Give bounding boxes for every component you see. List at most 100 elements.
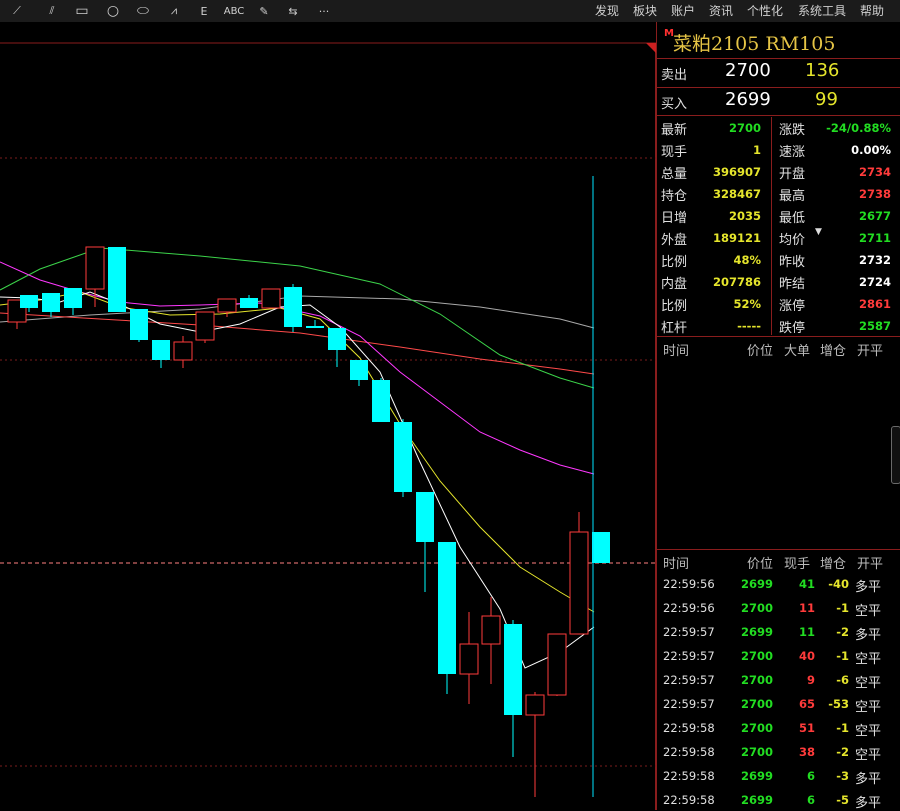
candle-down[interactable]	[372, 380, 390, 422]
divider	[657, 549, 900, 550]
candle-down[interactable]	[130, 309, 148, 340]
stat-label: 涨停	[779, 299, 806, 314]
stat-label: 比例	[661, 255, 688, 270]
fan-lines-tool-icon[interactable]: ⩘	[163, 1, 185, 21]
candle-down[interactable]	[152, 340, 170, 360]
column-header[interactable]: 大单	[784, 340, 810, 359]
candle-up[interactable]	[261, 288, 281, 309]
text-tool[interactable]: ABC	[221, 1, 247, 21]
candle-down[interactable]	[328, 328, 346, 350]
stat-value: 2711	[858, 231, 891, 245]
candle-up[interactable]	[481, 615, 501, 645]
tick-chg: -1	[836, 649, 849, 663]
circle-tool-icon[interactable]: ○	[102, 1, 124, 21]
menu-discover[interactable]: 发现	[595, 2, 619, 19]
tick-time: 22:59:57	[663, 697, 715, 711]
line-tool-icon[interactable]: ⟋	[6, 1, 28, 21]
rectangle-tool-icon[interactable]: ▭	[71, 1, 93, 21]
symbol-title: 菜粕2105 RM105	[673, 33, 836, 55]
candle-down[interactable]	[592, 532, 610, 563]
tick-chg: -2	[836, 745, 849, 759]
stat-label: 速涨	[779, 145, 806, 160]
column-header[interactable]: 开平	[857, 340, 883, 359]
candle-up[interactable]	[569, 531, 589, 635]
stat-value: 2732	[858, 253, 891, 267]
parallel-lines-tool-icon[interactable]: ⫽	[40, 1, 64, 21]
tick-chg: -2	[836, 625, 849, 639]
candle-down[interactable]	[438, 542, 456, 674]
stat-label: 最低	[779, 211, 806, 226]
pen-tool-icon[interactable]: ✎	[254, 1, 274, 21]
tick-open: 空平	[855, 748, 882, 763]
tick-price: 2700	[740, 649, 773, 663]
candle-up[interactable]	[85, 246, 105, 290]
stat-label: 昨收	[779, 255, 806, 270]
candle-up[interactable]	[547, 633, 567, 696]
stat-value: 1	[752, 143, 761, 157]
menu-personalize[interactable]: 个性化	[747, 2, 783, 19]
tick-chg: -5	[836, 793, 849, 807]
tick-chg: -40	[828, 577, 849, 591]
column-header[interactable]: 现手	[784, 553, 810, 572]
tick-open: 多平	[855, 628, 882, 643]
more-tools-icon[interactable]: ···	[312, 1, 336, 21]
candlestick-chart[interactable]	[0, 22, 656, 810]
candle-down[interactable]	[416, 492, 434, 542]
quote-panel: M 菜粕2105 RM105 卖出 2700 136 买入 2699 99 最新…	[656, 22, 900, 811]
candle-down[interactable]	[284, 287, 302, 327]
fibonacci-tool-icon[interactable]: Ε	[194, 1, 214, 21]
tick-price: 2699	[740, 577, 773, 591]
column-header[interactable]: 时间	[663, 553, 689, 572]
menu-system-tools[interactable]: 系统工具	[798, 2, 846, 19]
tick-vol: 51	[798, 721, 815, 735]
stat-value: 2035	[728, 209, 761, 223]
buy-price[interactable]: 2699	[725, 89, 771, 110]
menu-sectors[interactable]: 板块	[633, 2, 657, 19]
menu-help[interactable]: 帮助	[860, 2, 884, 19]
tick-vol: 65	[798, 697, 815, 711]
buy-volume: 99	[815, 89, 838, 110]
candle-up[interactable]	[173, 341, 193, 361]
stat-value: 2861	[858, 297, 891, 311]
column-header[interactable]: 增仓	[820, 340, 846, 359]
symbol-header[interactable]: M 菜粕2105 RM105	[657, 26, 900, 56]
tick-chg: -3	[836, 769, 849, 783]
column-header[interactable]: 增仓	[820, 553, 846, 572]
tick-chg: -1	[836, 721, 849, 735]
candle-up[interactable]	[459, 643, 479, 675]
column-header[interactable]: 时间	[663, 340, 689, 359]
column-header[interactable]: 价位	[747, 553, 773, 572]
menu-account[interactable]: 账户	[671, 2, 695, 19]
stat-value: 396907	[712, 165, 761, 179]
avg-price-dropdown-icon[interactable]: ▼	[815, 227, 822, 237]
tick-open: 空平	[855, 652, 882, 667]
candles	[7, 246, 610, 797]
candle-down[interactable]	[306, 326, 324, 328]
column-header[interactable]: 开平	[857, 553, 883, 572]
sell-price[interactable]: 2700	[725, 60, 771, 81]
candle-down[interactable]	[504, 624, 522, 715]
menu-news[interactable]: 资讯	[709, 2, 733, 19]
tick-price: 2700	[740, 673, 773, 687]
candle-down[interactable]	[108, 247, 126, 312]
candle-down[interactable]	[394, 422, 412, 492]
candle-up[interactable]	[217, 298, 237, 313]
scrollbar-handle[interactable]	[891, 426, 900, 484]
tick-time: 22:59:56	[663, 577, 715, 591]
candle-up[interactable]	[525, 694, 545, 716]
tick-price: 2699	[740, 769, 773, 783]
candle-down[interactable]	[20, 295, 38, 308]
sell-label: 卖出	[661, 68, 688, 83]
tick-vol: 11	[798, 625, 815, 639]
candle-down[interactable]	[64, 288, 82, 308]
arrow-tool-icon[interactable]: ⇆	[283, 1, 303, 21]
candle-down[interactable]	[350, 360, 368, 380]
candle-down[interactable]	[240, 298, 258, 308]
ellipse-tool-icon[interactable]: ⬭	[132, 1, 154, 21]
column-header[interactable]: 价位	[747, 340, 773, 359]
stat-label: 均价	[779, 233, 806, 248]
stat-label: 开盘	[779, 167, 806, 182]
candle-down[interactable]	[42, 293, 60, 312]
tick-price: 2700	[740, 601, 773, 615]
candle-up[interactable]	[195, 311, 215, 341]
